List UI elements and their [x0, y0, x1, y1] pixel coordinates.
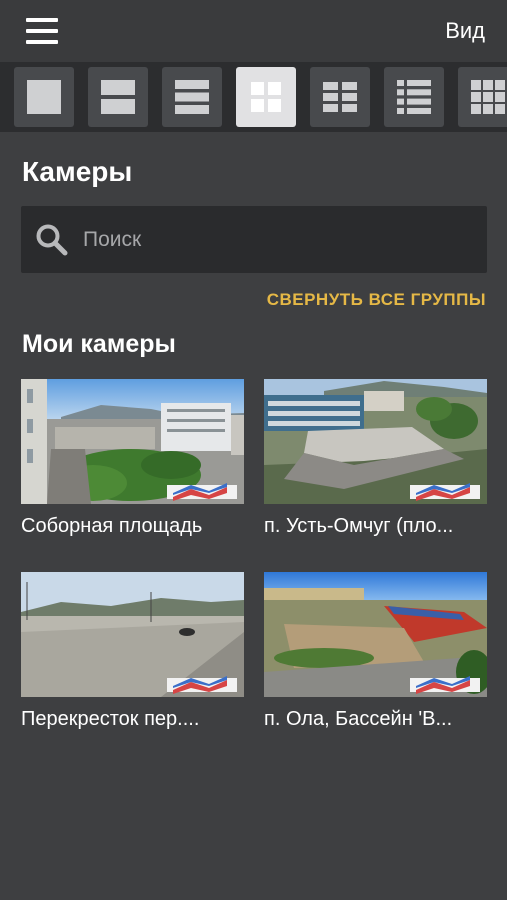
top-bar: Вид — [0, 0, 507, 62]
layout-1x3-icon — [175, 80, 209, 114]
page-title: Камеры — [22, 156, 133, 187]
camera-tile[interactable]: п. Усть-Омчуг (пло... — [264, 379, 487, 538]
camera-tile[interactable]: п. Ола, Бассейн 'В... — [264, 572, 487, 731]
layout-2x4-icon — [397, 80, 431, 114]
layout-2x2-icon — [251, 82, 281, 112]
camera-label: п. Усть-Омчуг (пло... — [264, 515, 454, 537]
camera-thumbnail — [21, 379, 244, 504]
layout-1x1-icon — [27, 80, 61, 114]
collapse-all-groups-button[interactable]: СВЕРНУТЬ ВСЕ ГРУППЫ — [267, 290, 486, 310]
search-field[interactable] — [21, 206, 487, 273]
camera-label: п. Ола, Бассейн 'В... — [264, 708, 453, 730]
layout-1x2-icon — [101, 80, 135, 114]
layout-1x3-button[interactable] — [162, 67, 222, 127]
search-icon — [36, 224, 68, 255]
layout-2x3-icon — [323, 82, 357, 112]
view-button[interactable]: Вид — [445, 18, 485, 44]
layout-selector — [0, 62, 507, 132]
camera-thumbnail — [21, 572, 244, 697]
search-input[interactable] — [83, 227, 463, 252]
group-title: Мои камеры — [22, 330, 176, 358]
camera-tile[interactable]: Перекресток пер.... — [21, 572, 244, 731]
layout-2x4-button[interactable] — [384, 67, 444, 127]
camera-label: Перекресток пер.... — [21, 708, 200, 730]
layout-2x3-button[interactable] — [310, 67, 370, 127]
layout-3x3-icon — [471, 80, 505, 114]
layout-1x1-button[interactable] — [14, 67, 74, 127]
camera-label: Соборная площадь — [21, 515, 203, 537]
camera-thumbnail — [264, 379, 487, 504]
camera-tile[interactable]: Соборная площадь — [21, 379, 244, 538]
layout-2x2-button[interactable] — [236, 67, 296, 127]
hamburger-menu-icon[interactable] — [26, 18, 58, 44]
layout-3x3-button[interactable] — [458, 67, 507, 127]
layout-1x2-button[interactable] — [88, 67, 148, 127]
camera-thumbnail — [264, 572, 487, 697]
